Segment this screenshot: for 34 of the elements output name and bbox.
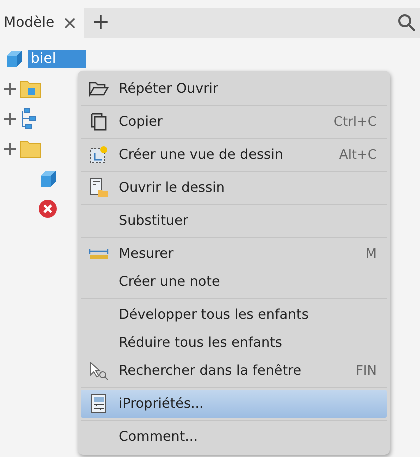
- menu-item[interactable]: Développer tous les enfants: [81, 301, 387, 329]
- search-icon[interactable]: [398, 14, 416, 32]
- folder-icon: [20, 139, 42, 159]
- menu-item[interactable]: Copier Ctrl+C: [81, 108, 387, 136]
- menu-item[interactable]: Comment...: [81, 423, 387, 451]
- shortcut-label: Alt+C: [339, 148, 377, 162]
- drawing-view-icon: [89, 145, 109, 165]
- shortcut-label: Ctrl+C: [334, 114, 377, 130]
- shortcut-label: M: [366, 246, 377, 262]
- menu-item[interactable]: iPropriétés...: [81, 390, 387, 418]
- menu-item[interactable]: Mesurer M: [81, 240, 387, 268]
- properties-icon: [91, 394, 107, 414]
- add-tab-button[interactable]: +: [88, 12, 114, 34]
- close-tab-button[interactable]: ×: [62, 12, 78, 34]
- find-in-window-icon: [89, 362, 109, 380]
- ruler-icon: [89, 248, 109, 260]
- cube-icon: [38, 169, 58, 189]
- menu-item[interactable]: Substituer: [81, 207, 387, 235]
- expand-icon[interactable]: [4, 143, 16, 155]
- cube-icon: [4, 49, 24, 69]
- menu-item[interactable]: Créer une vue de dessin Alt+C: [81, 141, 387, 169]
- expand-icon[interactable]: [4, 83, 16, 95]
- menu-item[interactable]: Réduire tous les enfants: [81, 329, 387, 357]
- shortcut-label: FIN: [356, 364, 377, 378]
- folder-icon: [20, 79, 42, 99]
- error-icon: [38, 199, 58, 219]
- expand-icon[interactable]: [4, 113, 16, 125]
- menu-item[interactable]: Créer une note: [81, 268, 387, 296]
- drawing-icon: [89, 178, 109, 198]
- copy-icon: [90, 113, 108, 131]
- folder-icon: [89, 81, 109, 97]
- menu-item[interactable]: Rechercher dans la fenêtre FIN: [81, 357, 387, 385]
- menu-item[interactable]: Ouvrir le dessin: [81, 174, 387, 202]
- menu-item[interactable]: Répéter Ouvrir: [81, 75, 387, 103]
